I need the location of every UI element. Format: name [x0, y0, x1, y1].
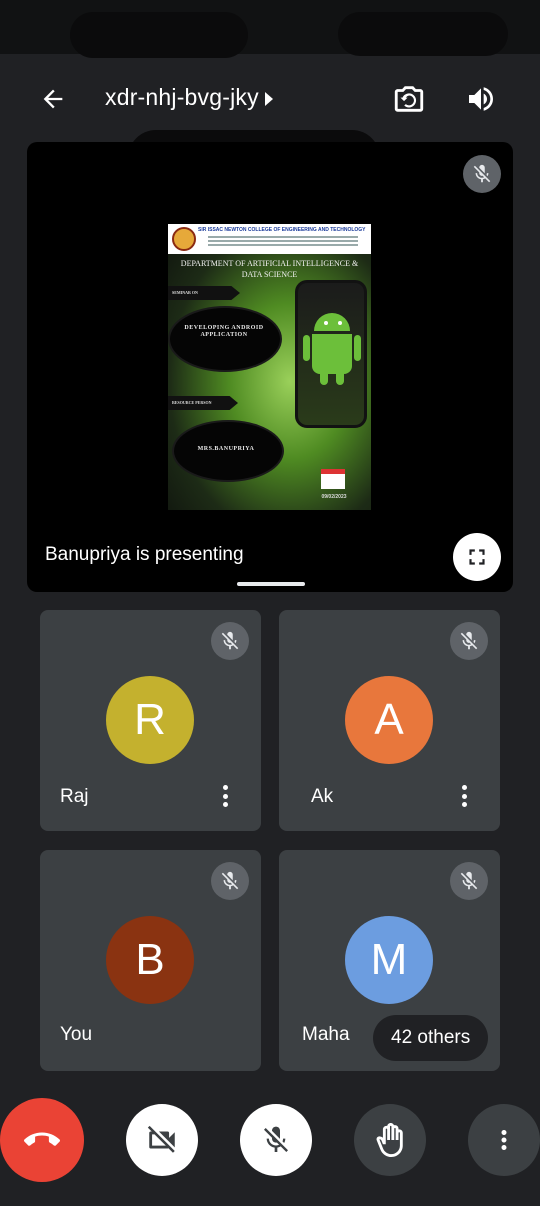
redacted-area — [338, 12, 508, 56]
presentation-slide: SIR ISSAC NEWTON COLLEGE OF ENGINEERING … — [168, 224, 371, 510]
participant-name: Maha — [302, 1024, 350, 1045]
participant-tile[interactable]: A Ak — [279, 610, 500, 831]
volume-icon — [469, 87, 493, 111]
end-call-icon — [24, 1132, 60, 1146]
switch-camera-icon — [394, 86, 424, 112]
switch-camera-button[interactable] — [386, 76, 432, 122]
slide-header: SIR ISSAC NEWTON COLLEGE OF ENGINEERING … — [168, 224, 371, 254]
raise-hand-icon — [376, 1123, 403, 1157]
back-button[interactable] — [30, 76, 76, 122]
drag-handle[interactable] — [237, 582, 305, 586]
participant-tile[interactable]: R Raj — [40, 610, 261, 831]
meeting-code-button[interactable]: xdr-nhj-bvg-jky — [105, 84, 273, 111]
presentation-tile[interactable]: SIR ISSAC NEWTON COLLEGE OF ENGINEERING … — [27, 142, 513, 592]
call-controls — [0, 1082, 540, 1206]
mic-off-badge — [211, 862, 249, 900]
raise-hand-button[interactable] — [354, 1104, 426, 1176]
presenter-label: Banupriya is presenting — [45, 544, 244, 565]
arrow-back-icon — [43, 89, 63, 109]
presenter-mic-off-badge — [463, 155, 501, 193]
fullscreen-icon — [469, 549, 485, 565]
participant-name: Raj — [60, 786, 89, 807]
participant-name: You — [60, 1024, 93, 1045]
avatar: M — [345, 916, 433, 1004]
mic-off-icon — [221, 871, 239, 890]
slide-department: DEPARTMENT OF ARTIFICIAL INTELLIGENCE & … — [180, 259, 359, 279]
camera-off-icon — [147, 1125, 175, 1153]
phone-illustration — [295, 280, 367, 428]
mic-off-icon — [473, 164, 491, 183]
mic-off-icon — [460, 871, 478, 890]
meeting-code: xdr-nhj-bvg-jky — [105, 84, 259, 110]
slide-date: 09/02/2023 — [321, 494, 347, 500]
slide-college-name: SIR ISSAC NEWTON COLLEGE OF ENGINEERING … — [198, 227, 366, 233]
mic-off-badge — [450, 622, 488, 660]
camera-toggle-button[interactable] — [126, 1104, 198, 1176]
mic-off-icon — [460, 631, 478, 650]
participant-tile[interactable]: M Maha 42 others — [279, 850, 500, 1071]
status-bar — [0, 0, 540, 58]
end-call-button[interactable] — [0, 1098, 84, 1182]
speaker-button[interactable] — [458, 76, 504, 122]
participant-menu-button[interactable] — [215, 782, 235, 810]
mic-toggle-button[interactable] — [240, 1104, 312, 1176]
slide-resource-label: RESOURCE PERSON — [168, 396, 238, 410]
mic-off-badge — [450, 862, 488, 900]
college-logo — [172, 227, 196, 251]
avatar: B — [106, 916, 194, 1004]
participant-tile[interactable]: B You — [40, 850, 261, 1071]
avatar: R — [106, 676, 194, 764]
more-options-button[interactable] — [468, 1104, 540, 1176]
calendar-icon — [321, 469, 345, 489]
others-chip[interactable]: 42 others — [373, 1015, 489, 1061]
top-bar: xdr-nhj-bvg-jky — [0, 54, 540, 140]
mic-off-icon — [264, 1126, 288, 1152]
participant-menu-button[interactable] — [454, 782, 474, 810]
avatar: A — [345, 676, 433, 764]
slide-resource-person: MRS.BANUPRIYA — [197, 446, 255, 452]
mic-off-badge — [211, 622, 249, 660]
participant-name: Ak — [311, 786, 334, 807]
slide-seminar-title: DEVELOPING ANDROID APPLICATION — [184, 325, 264, 338]
mic-off-icon — [221, 631, 239, 650]
fullscreen-button[interactable] — [453, 533, 501, 581]
caret-right-icon — [264, 91, 273, 106]
more-vert-icon — [501, 1130, 507, 1150]
slide-seminar-label: SEMINAR ON — [168, 286, 240, 300]
slide-title-cloud — [170, 308, 280, 370]
redacted-area — [70, 12, 248, 58]
